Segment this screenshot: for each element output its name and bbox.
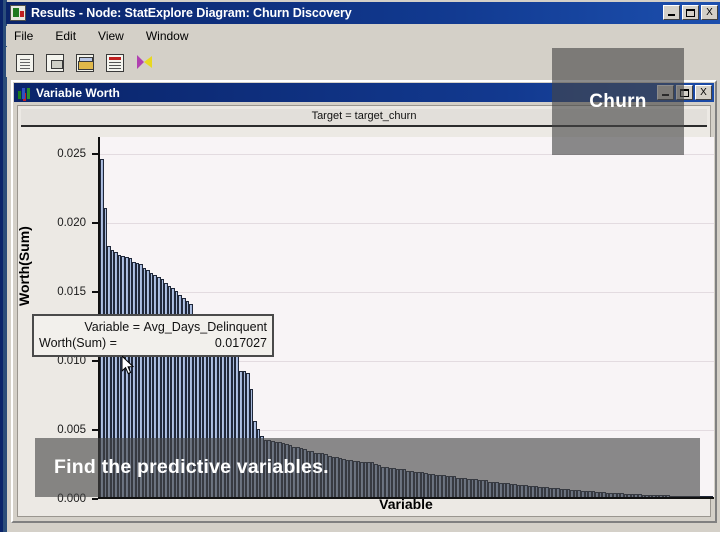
window-title: Results - Node: StatExplore Diagram: Chu… — [31, 6, 352, 20]
save-button[interactable] — [42, 49, 67, 75]
maximize-button[interactable] — [682, 5, 699, 20]
close-icon: X — [706, 6, 713, 18]
mouse-cursor — [121, 354, 136, 376]
inner-close-icon: X — [700, 86, 707, 98]
overlay-churn-label: Churn — [589, 90, 647, 112]
printer-icon — [76, 53, 94, 72]
window-left-edge — [3, 0, 7, 532]
x-axis-label: Variable — [379, 496, 433, 512]
menubar: File Edit View Window — [6, 26, 720, 46]
tooltip-worth-value: 0.017027 — [214, 336, 267, 350]
screenshot-root: Results - Node: StatExplore Diagram: Chu… — [0, 0, 720, 540]
lightning-bolt-icon — [136, 54, 154, 72]
table-view-button[interactable] — [102, 49, 127, 75]
variable-worth-title: Variable Worth — [36, 85, 120, 100]
results-node-icon — [10, 5, 26, 21]
y-axis-tick-label: 0.005 — [57, 423, 86, 436]
save-icon — [46, 53, 64, 72]
minimize-button[interactable] — [663, 5, 680, 20]
document-icon — [16, 53, 34, 72]
new-document-button[interactable] — [12, 49, 37, 75]
tooltip-variable-label: Variable = — [84, 320, 141, 334]
page-bottom-edge — [0, 532, 720, 540]
window-controls: X — [663, 5, 718, 20]
y-axis-tick-label: 0.015 — [57, 285, 86, 298]
tooltip-worth-row: Worth(Sum) = 0.017027 — [39, 335, 267, 351]
table-icon — [106, 53, 124, 72]
print-button[interactable] — [72, 49, 97, 75]
menu-item-window[interactable]: Window — [146, 29, 189, 43]
data-tooltip: Variable = Avg_Days_Delinquent Worth(Sum… — [32, 314, 274, 357]
bar-chart-icon — [18, 87, 31, 99]
close-button[interactable]: X — [701, 5, 718, 20]
overlay-find-predictive-label: Find the predictive variables. — [54, 456, 329, 478]
menu-item-view[interactable]: View — [98, 29, 124, 43]
run-button[interactable] — [132, 49, 157, 75]
tooltip-worth-label: Worth(Sum) = — [39, 336, 117, 350]
y-axis-label: Worth(Sum) — [16, 226, 32, 306]
y-axis-tick-label: 0.020 — [57, 216, 86, 229]
inner-close-button[interactable]: X — [695, 85, 712, 100]
window-titlebar[interactable]: Results - Node: StatExplore Diagram: Chu… — [6, 2, 720, 24]
overlay-find-predictive: Find the predictive variables. — [35, 438, 700, 497]
y-axis-tick-label: 0.025 — [57, 147, 86, 160]
menu-item-file[interactable]: File — [14, 29, 33, 43]
overlay-churn: Churn — [552, 48, 684, 155]
menu-item-edit[interactable]: Edit — [55, 29, 76, 43]
tooltip-variable-row: Variable = Avg_Days_Delinquent — [39, 319, 267, 335]
tooltip-variable-value: Avg_Days_Delinquent — [143, 320, 267, 334]
